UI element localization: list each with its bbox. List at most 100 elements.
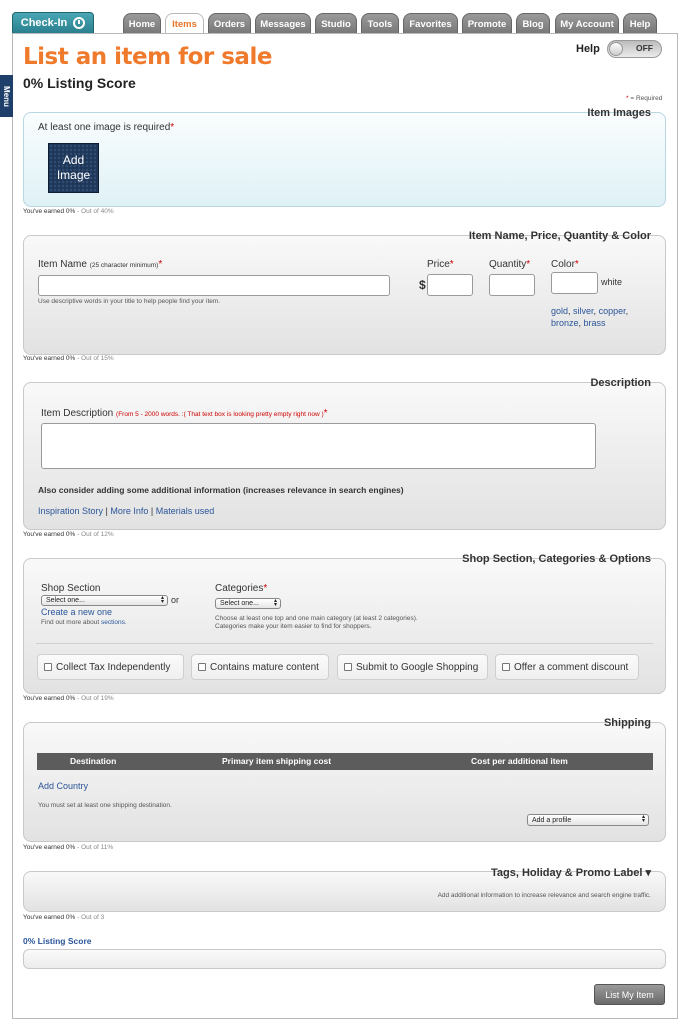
images-earned: You've earned 0% - Out of 40% xyxy=(23,208,114,215)
tab-help[interactable]: Help xyxy=(623,13,657,34)
description-textarea[interactable] xyxy=(41,423,596,469)
required-note: * = Required xyxy=(626,95,662,102)
shop-section-select[interactable]: Select one... ▴ ▾ xyxy=(41,595,168,606)
out-of-text: - Out of 11% xyxy=(75,844,114,851)
quantity-label: Quantity* xyxy=(489,259,530,270)
color-label-text: Color xyxy=(551,259,575,270)
categories-select[interactable]: Select one... ▴ ▾ xyxy=(215,598,281,609)
required-star: * xyxy=(574,259,579,270)
categories-help: Choose at least one top and one main cat… xyxy=(215,615,418,631)
out-of-text: - Out of 40% xyxy=(75,208,114,215)
color-suggestion[interactable]: gold xyxy=(551,306,568,316)
alarm-clock-icon xyxy=(73,17,86,29)
checkbox-label: Offer a comment discount xyxy=(514,661,629,673)
find-more-suffix: . xyxy=(124,619,127,626)
select-arrows-icon: ▴ ▾ xyxy=(160,595,164,605)
shipping-profile-select[interactable]: Add a profile ▴ ▾ xyxy=(527,814,649,826)
tab-studio[interactable]: Studio xyxy=(315,13,357,34)
add-image-line1: Add xyxy=(62,153,85,167)
select-arrows-icon: ▴ ▾ xyxy=(641,814,645,824)
color-input[interactable] xyxy=(551,272,598,294)
listing-score-label: 0% Listing Score xyxy=(23,936,92,946)
description-section: Description Item Description (From 5 - 2… xyxy=(23,377,666,530)
tab-items[interactable]: Items xyxy=(165,13,204,35)
tab-label: My Account xyxy=(560,18,614,30)
tab-tools[interactable]: Tools xyxy=(361,13,399,34)
tab-label: Promote xyxy=(467,18,507,30)
tab-favorites[interactable]: Favorites xyxy=(403,13,458,34)
required-star: * xyxy=(158,259,163,270)
select-value: Add a profile xyxy=(532,816,572,824)
section-divider xyxy=(36,643,653,644)
quantity-input[interactable] xyxy=(489,274,535,296)
section-title: Shop Section, Categories & Options xyxy=(462,553,651,565)
shop-earned: You've earned 0% - Out of 19% xyxy=(23,695,114,702)
tab-blog[interactable]: Blog xyxy=(516,13,550,34)
color-suggestion[interactable]: copper xyxy=(599,306,626,316)
description-label-text: Item Description xyxy=(41,408,114,419)
checkbox-box[interactable] xyxy=(198,663,206,671)
select-arrows-icon: ▴ ▾ xyxy=(273,598,277,608)
item-images-section: Item Images At least one image is requir… xyxy=(23,107,666,207)
listing-score-heading: 0% Listing Score xyxy=(23,75,136,91)
shipping-section: Shipping Destination Primary item shippi… xyxy=(23,717,666,842)
currency-symbol: $ xyxy=(419,278,426,292)
side-menu-tab[interactable]: Menu xyxy=(0,75,13,117)
tab-label: Blog xyxy=(522,18,544,30)
more-info-link[interactable]: More Info xyxy=(110,506,148,516)
tab-orders[interactable]: Orders xyxy=(208,13,251,34)
sections-link[interactable]: sections xyxy=(101,619,125,626)
color-suggestion[interactable]: brass xyxy=(584,318,606,328)
categories-help-line: Choose at least one top and one main cat… xyxy=(215,615,418,622)
section-title: Description xyxy=(590,377,651,389)
checkin-label: Check-In xyxy=(20,17,68,29)
help-label: Help xyxy=(576,43,600,55)
checkbox-box[interactable] xyxy=(344,663,352,671)
section-title: Item Name, Price, Quantity & Color xyxy=(468,230,651,242)
create-new-section-link[interactable]: Create a new one xyxy=(41,607,112,617)
checkbox-box[interactable] xyxy=(502,663,510,671)
tags-info: Add additional information to increase r… xyxy=(437,892,651,899)
section-title: Shipping xyxy=(603,717,651,729)
checkin-button[interactable]: Check-In xyxy=(12,12,94,34)
tab-home[interactable]: Home xyxy=(123,13,161,34)
description-hint: (From 5 - 2000 words. :( That text box i… xyxy=(116,411,324,418)
inspiration-story-link[interactable]: Inspiration Story xyxy=(38,506,103,516)
additional-info-links: Inspiration Story | More Info | Material… xyxy=(38,506,214,516)
shop-section-label: Shop Section xyxy=(41,583,101,594)
toggle-knob xyxy=(609,42,623,56)
required-star: * xyxy=(449,259,454,270)
shipping-note: You must set at least one shipping desti… xyxy=(38,802,172,809)
column-header: Cost per additional item xyxy=(471,756,568,766)
required-star: * xyxy=(170,122,175,133)
tags-section-toggle[interactable]: Tags, Holiday & Promo Label ▾ xyxy=(491,866,651,879)
color-value: white xyxy=(601,277,623,287)
item-name-input[interactable] xyxy=(38,275,390,296)
add-image-line2: Image xyxy=(56,168,91,182)
add-image-button[interactable]: Add Image xyxy=(48,143,99,193)
column-header: Primary item shipping cost xyxy=(222,756,332,766)
comment-discount-checkbox[interactable]: Offer a comment discount xyxy=(495,654,639,680)
price-input[interactable] xyxy=(427,274,473,296)
google-shopping-checkbox[interactable]: Submit to Google Shopping xyxy=(337,654,488,680)
color-suggestions: gold, silver, copper, bronze, brass xyxy=(551,306,629,328)
checkbox-box[interactable] xyxy=(44,663,52,671)
tab-messages[interactable]: Messages xyxy=(255,13,311,34)
tab-label: Tools xyxy=(367,18,393,30)
color-suggestion[interactable]: silver xyxy=(573,306,594,316)
tags-earned: You've earned 0% - Out of 3 xyxy=(23,914,104,921)
shipping-table-header: Destination Primary item shipping cost C… xyxy=(37,753,653,770)
item-name-label-text: Item Name xyxy=(38,259,87,270)
materials-used-link[interactable]: Materials used xyxy=(156,506,215,516)
tab-my-account[interactable]: My Account xyxy=(555,13,619,34)
shop-section: Shop Section, Categories & Options Shop … xyxy=(23,553,666,694)
or-text: or xyxy=(171,595,180,605)
shipping-earned: You've earned 0% - Out of 11% xyxy=(23,844,113,851)
mature-content-checkbox[interactable]: Contains mature content xyxy=(191,654,329,680)
tab-promote[interactable]: Promote xyxy=(462,13,512,34)
list-my-item-button[interactable]: List My Item xyxy=(594,984,665,1005)
collect-tax-checkbox[interactable]: Collect Tax Independently xyxy=(37,654,184,680)
color-suggestion[interactable]: bronze xyxy=(551,318,579,328)
help-toggle[interactable]: OFF xyxy=(607,40,662,58)
add-country-link[interactable]: Add Country xyxy=(38,781,88,791)
